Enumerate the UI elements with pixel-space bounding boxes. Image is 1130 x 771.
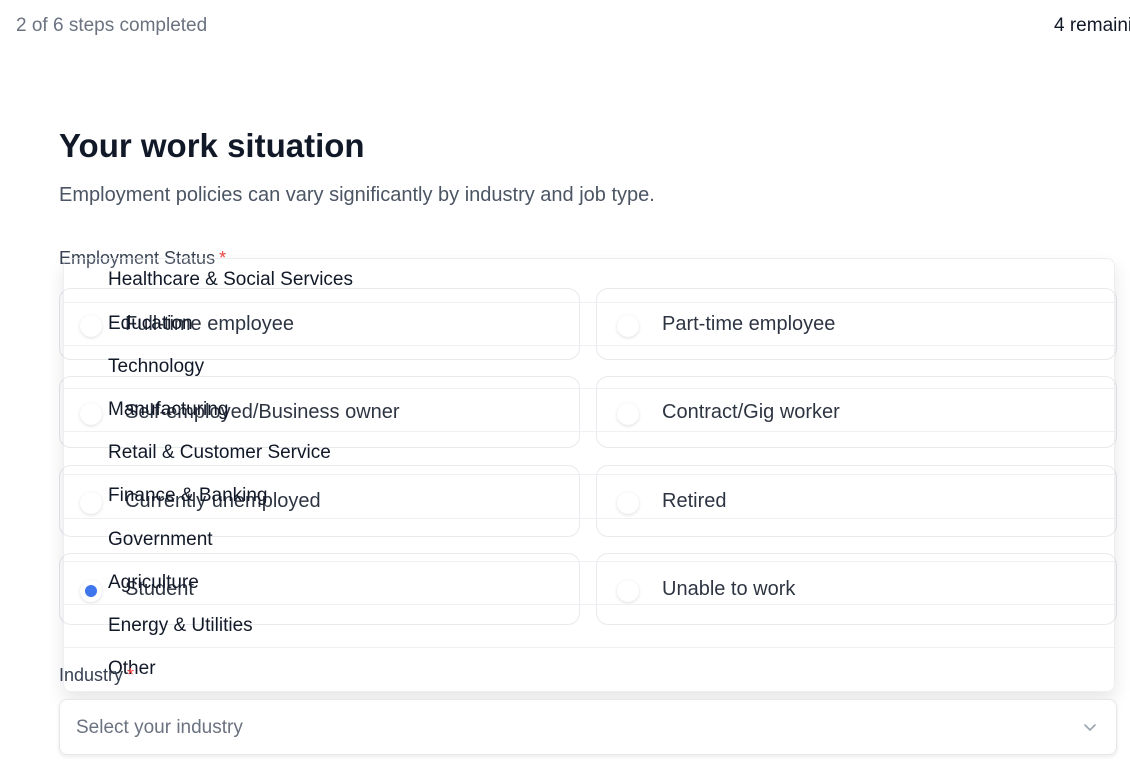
menu-divider xyxy=(64,302,1114,303)
industry-label-text: Industry xyxy=(59,665,124,685)
menu-item-healthcare[interactable]: Healthcare & Social Services xyxy=(108,269,353,291)
steps-completed-text: 2 of 6 steps completed xyxy=(16,15,208,36)
industry-dropdown-menu: Healthcare & Social Services Education T… xyxy=(63,258,1115,692)
page-subtitle: Employment policies can vary significant… xyxy=(59,184,655,206)
menu-item-energy[interactable]: Energy & Utilities xyxy=(108,615,253,637)
menu-item-finance[interactable]: Finance & Banking xyxy=(108,485,268,507)
menu-item-government[interactable]: Government xyxy=(108,529,213,551)
steps-remaining-text: 4 remaining xyxy=(1054,15,1130,36)
menu-divider xyxy=(64,345,1114,346)
menu-item-education[interactable]: Education xyxy=(108,313,193,335)
menu-divider xyxy=(64,604,1114,605)
menu-item-retail[interactable]: Retail & Customer Service xyxy=(108,442,331,464)
menu-item-agriculture[interactable]: Agriculture xyxy=(108,572,199,594)
page-title: Your work situation xyxy=(59,127,365,164)
industry-label: Industry * xyxy=(59,665,134,686)
menu-divider xyxy=(64,647,1114,648)
menu-divider xyxy=(64,561,1114,562)
menu-divider xyxy=(64,518,1114,519)
menu-divider xyxy=(64,474,1114,475)
menu-divider xyxy=(64,388,1114,389)
industry-select[interactable]: Select your industry xyxy=(59,699,1117,755)
chevron-down-icon xyxy=(1084,724,1096,731)
menu-item-manufacturing[interactable]: Manufacturing xyxy=(108,399,228,421)
menu-item-technology[interactable]: Technology xyxy=(108,356,204,378)
industry-select-placeholder: Select your industry xyxy=(76,717,243,738)
required-mark: * xyxy=(127,665,135,685)
menu-divider xyxy=(64,431,1114,432)
